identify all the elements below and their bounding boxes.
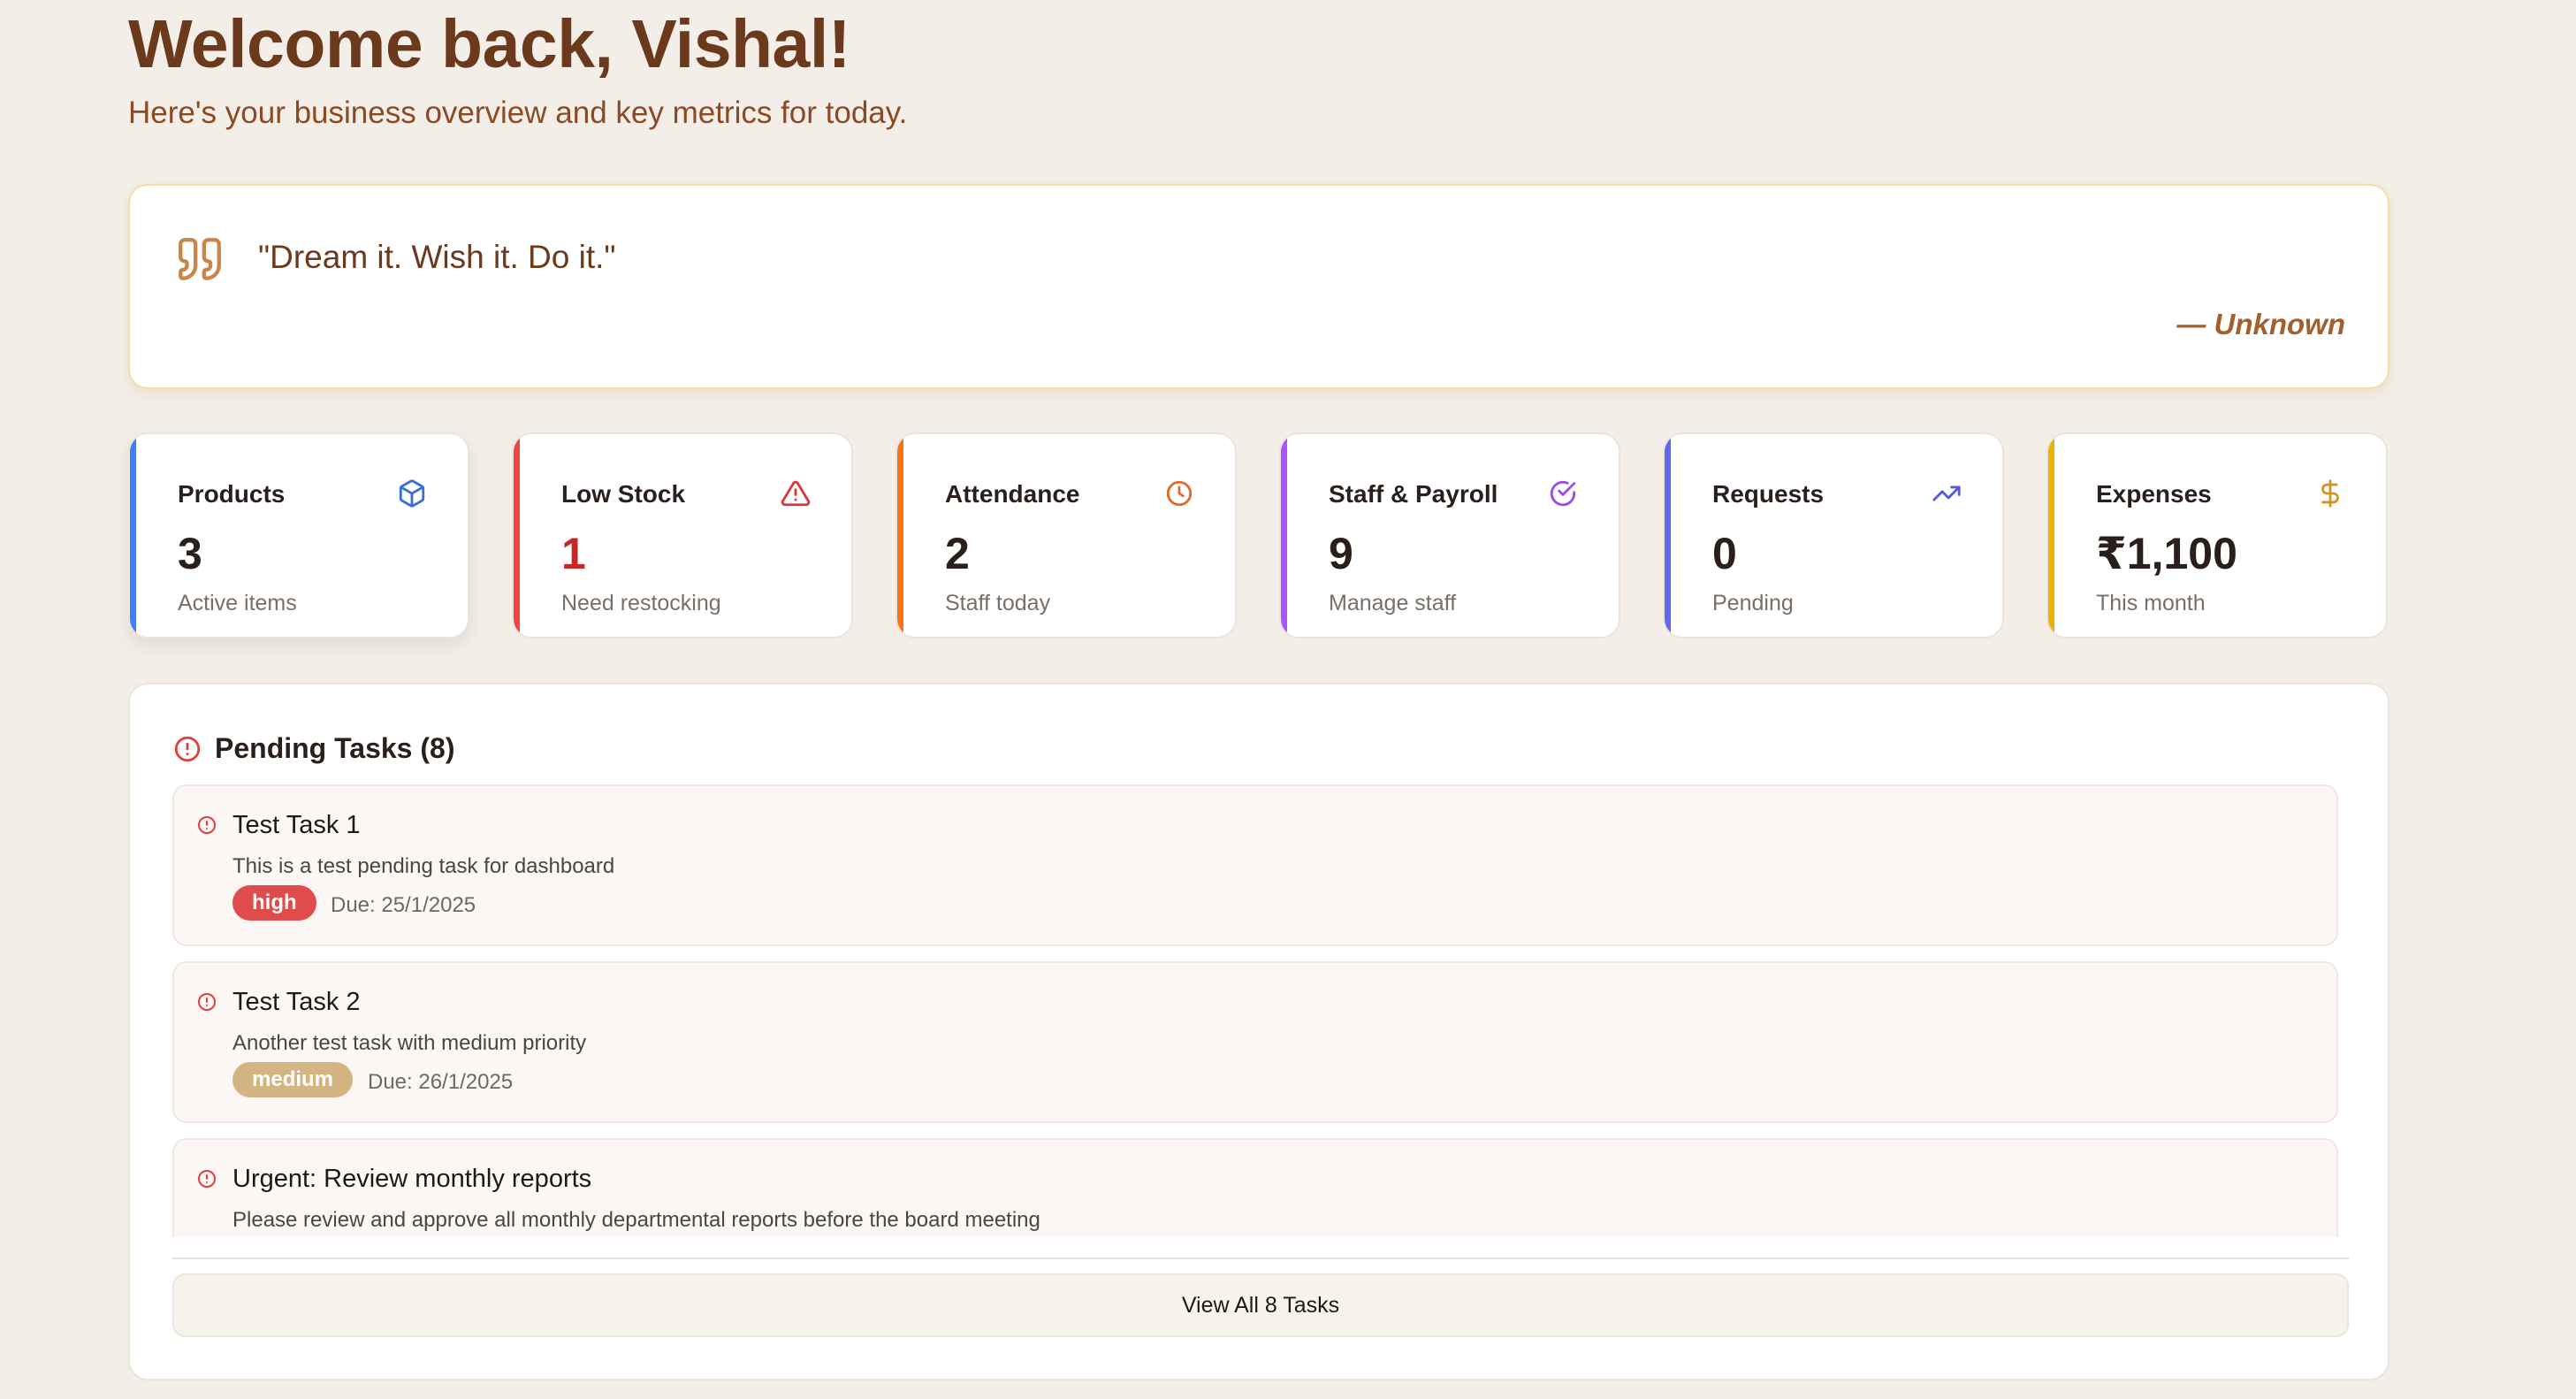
quote-author: — Unknown: [2176, 308, 2345, 340]
task-item[interactable]: Urgent: Review monthly reports Please re…: [172, 1138, 2338, 1237]
stat-value: 9: [1329, 529, 1353, 578]
alert-circle-icon: [198, 816, 216, 834]
pending-tasks-title: Pending Tasks (8): [215, 732, 455, 764]
package-icon: [399, 479, 425, 508]
stat-value: 0: [1712, 529, 1737, 578]
alert-circle-icon: [198, 1170, 216, 1188]
alert-circle-icon: [174, 736, 201, 762]
card-accent: [1665, 434, 1671, 637]
card-accent: [897, 434, 903, 637]
stat-caption: Manage staff: [1329, 591, 1457, 615]
trending-up-icon: [1932, 485, 1961, 501]
stat-title: Expenses: [2096, 480, 2212, 508]
task-title: Urgent: Review monthly reports: [232, 1165, 592, 1193]
page-title: Welcome back, Vishal!: [128, 6, 850, 82]
view-all-tasks-button[interactable]: View All 8 Tasks: [172, 1273, 2349, 1337]
stat-title: Low Stock: [561, 480, 686, 508]
task-description: Another test task with medium priority: [232, 1031, 587, 1055]
stat-title: Attendance: [945, 480, 1080, 508]
pending-tasks-card: Pending Tasks (8) Test Task 1 This is a …: [128, 683, 2389, 1380]
priority-badge: high: [232, 885, 316, 921]
stat-card-requests[interactable]: Requests 0 Pending: [1663, 432, 2004, 638]
card-accent: [514, 434, 520, 637]
stat-title: Requests: [1712, 480, 1825, 508]
page-subtitle: Here's your business overview and key me…: [128, 96, 908, 130]
stat-caption: Staff today: [945, 591, 1051, 615]
task-item[interactable]: Test Task 1 This is a test pending task …: [172, 784, 2338, 946]
stat-caption: Active items: [178, 591, 297, 615]
stat-caption: Need restocking: [561, 591, 721, 615]
quote-icon: [179, 238, 221, 280]
tasks-list[interactable]: Test Task 1 This is a test pending task …: [172, 784, 2338, 1237]
task-due-date: Due: 25/1/2025: [331, 893, 476, 917]
stat-value: 1: [561, 529, 586, 578]
stat-caption: Pending: [1712, 591, 1794, 615]
alert-triangle-icon: [781, 480, 811, 507]
stat-title: Products: [178, 480, 286, 508]
divider: [172, 1258, 2349, 1259]
card-accent: [1281, 434, 1287, 637]
quote-card: "Dream it. Wish it. Do it." — Unknown: [128, 184, 2389, 389]
stat-card-attendance[interactable]: Attendance 2 Staff today: [896, 432, 1237, 638]
task-item[interactable]: Test Task 2 Another test task with mediu…: [172, 961, 2338, 1123]
stat-caption: This month: [2096, 591, 2206, 615]
stat-value: 2: [945, 529, 970, 578]
check-circle-icon: [1550, 480, 1576, 507]
card-accent: [2048, 434, 2054, 637]
stat-value: ₹1,100: [2096, 529, 2237, 578]
dollar-icon: [2321, 479, 2339, 508]
clock-icon: [1166, 480, 1193, 507]
task-title: Test Task 1: [232, 811, 361, 839]
stat-value: 3: [178, 529, 202, 578]
priority-badge: medium: [232, 1062, 354, 1097]
card-accent: [130, 434, 136, 637]
quote-text: "Dream it. Wish it. Do it.": [258, 239, 616, 275]
alert-circle-icon: [198, 993, 216, 1011]
task-due-date: Due: 26/1/2025: [368, 1070, 514, 1094]
stat-title: Staff & Payroll: [1329, 480, 1498, 508]
stat-card-low-stock[interactable]: Low Stock 1 Need restocking: [512, 432, 853, 638]
stat-card-products[interactable]: Products 3 Active items: [128, 432, 469, 638]
stat-card-expenses[interactable]: Expenses ₹1,100 This month: [2046, 432, 2388, 638]
task-description: Please review and approve all monthly de…: [232, 1208, 1040, 1232]
task-title: Test Task 2: [232, 988, 361, 1016]
stat-card-staff-payroll[interactable]: Staff & Payroll 9 Manage staff: [1279, 432, 1620, 638]
task-description: This is a test pending task for dashboar…: [232, 854, 615, 878]
